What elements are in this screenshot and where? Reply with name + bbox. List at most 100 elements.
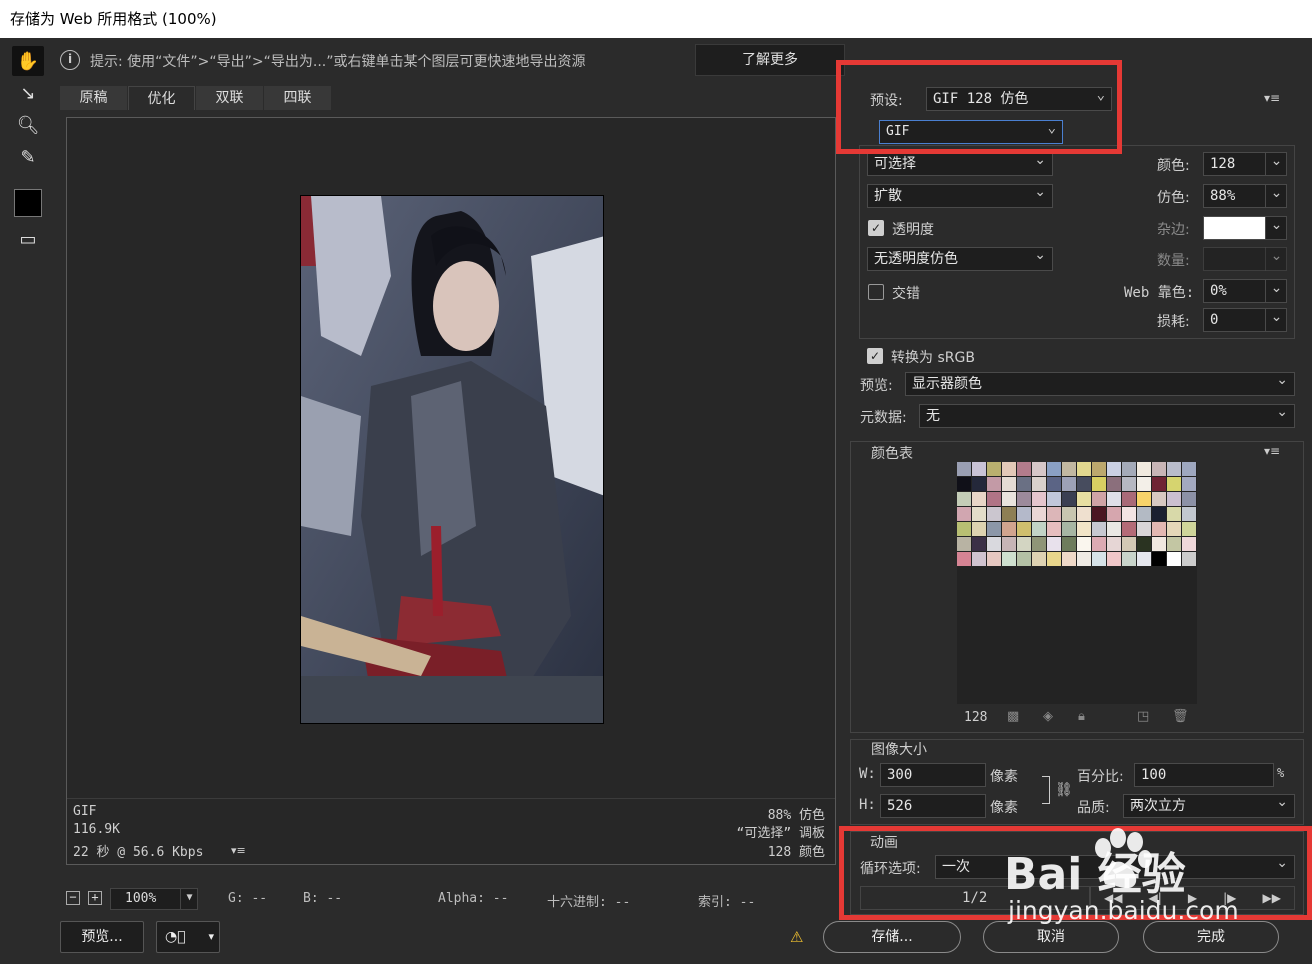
color-swatch[interactable] [1182, 552, 1197, 567]
color-swatch[interactable] [1107, 552, 1122, 567]
color-swatch[interactable] [972, 537, 987, 552]
color-swatch[interactable] [1002, 492, 1017, 507]
color-swatch[interactable] [1032, 507, 1047, 522]
color-swatch[interactable] [1137, 537, 1152, 552]
chevron-down-icon[interactable]: ⌄ [1265, 152, 1287, 176]
color-swatch[interactable] [1077, 462, 1092, 477]
color-swatch[interactable] [1047, 477, 1062, 492]
color-swatch[interactable] [1092, 462, 1107, 477]
color-swatch[interactable] [972, 552, 987, 567]
color-swatch[interactable] [1092, 552, 1107, 567]
color-swatch[interactable] [1122, 477, 1137, 492]
hand-tool-icon[interactable]: ✋ [12, 46, 44, 76]
color-swatch[interactable] [1017, 522, 1032, 537]
color-swatch[interactable] [1092, 492, 1107, 507]
color-swatch[interactable] [1077, 552, 1092, 567]
chevron-down-icon[interactable]: ⌄ [1265, 308, 1287, 332]
color-swatch[interactable] [1182, 492, 1197, 507]
color-swatch[interactable] [1047, 492, 1062, 507]
color-swatch[interactable] [1032, 537, 1047, 552]
color-swatch[interactable] [1182, 537, 1197, 552]
trash-icon[interactable]: 🗑︎ [1172, 709, 1189, 724]
color-swatch[interactable] [1107, 492, 1122, 507]
color-swatch[interactable] [1167, 462, 1182, 477]
color-swatch[interactable] [1017, 477, 1032, 492]
color-swatch[interactable] [972, 492, 987, 507]
color-swatch[interactable] [987, 507, 1002, 522]
download-speed-menu-icon[interactable]: ▾≡ [231, 844, 246, 857]
color-swatch[interactable] [972, 507, 987, 522]
save-button[interactable]: 存储... [823, 921, 961, 953]
color-swatch[interactable] [1032, 477, 1047, 492]
color-swatch[interactable] [1077, 477, 1092, 492]
color-swatch[interactable] [1047, 507, 1062, 522]
color-swatch[interactable] [1107, 522, 1122, 537]
color-swatch[interactable] [1032, 552, 1047, 567]
convert-srgb-checkbox[interactable]: ✓ [867, 348, 883, 364]
color-swatch[interactable] [1077, 507, 1092, 522]
preview-select[interactable]: 显示器颜色 [905, 369, 1295, 396]
color-swatch[interactable] [1182, 522, 1197, 537]
color-swatch[interactable] [957, 492, 972, 507]
quality-select[interactable]: 两次立方 [1123, 791, 1295, 818]
tab-4-up[interactable]: 四联 [264, 86, 331, 110]
metadata-select[interactable]: 无 [919, 401, 1295, 428]
color-swatch[interactable] [957, 552, 972, 567]
color-swatch[interactable] [1062, 537, 1077, 552]
transparency-checkbox[interactable]: ✓ [868, 220, 884, 236]
color-swatch[interactable] [1122, 522, 1137, 537]
chevron-down-icon[interactable]: ⌄ [1265, 279, 1287, 303]
color-swatch[interactable] [1137, 492, 1152, 507]
chevron-down-icon[interactable]: ⌄ [1265, 184, 1287, 208]
lock-icon[interactable]: 🔒︎ [1078, 709, 1085, 724]
color-swatch[interactable] [1077, 537, 1092, 552]
color-swatch[interactable] [987, 552, 1002, 567]
color-swatch[interactable] [1152, 507, 1167, 522]
color-swatch[interactable] [1122, 462, 1137, 477]
color-swatch[interactable] [1092, 507, 1107, 522]
color-swatch[interactable] [987, 492, 1002, 507]
color-swatch[interactable] [957, 537, 972, 552]
color-swatch[interactable] [1077, 522, 1092, 537]
interlaced-checkbox[interactable] [868, 284, 884, 300]
color-table-menu-icon[interactable]: ▾≡ [1264, 444, 1280, 458]
color-swatch[interactable] [1017, 507, 1032, 522]
color-swatch[interactable] [1062, 462, 1077, 477]
color-swatch[interactable] [972, 462, 987, 477]
color-swatch[interactable] [1002, 552, 1017, 567]
done-button[interactable]: 完成 [1143, 921, 1279, 953]
color-swatch[interactable] [1002, 507, 1017, 522]
color-swatch[interactable] [957, 507, 972, 522]
color-swatch[interactable] [1032, 462, 1047, 477]
zoom-out-button[interactable]: − [66, 891, 80, 905]
preview-image[interactable] [300, 195, 604, 724]
color-swatch[interactable] [1092, 537, 1107, 552]
color-swatch[interactable] [1167, 477, 1182, 492]
color-swatch[interactable] [1107, 537, 1122, 552]
color-swatch[interactable] [1152, 537, 1167, 552]
color-swatch[interactable] [1167, 552, 1182, 567]
color-swatch[interactable] [1107, 507, 1122, 522]
color-swatch[interactable] [1017, 492, 1032, 507]
color-swatch[interactable] [1152, 522, 1167, 537]
color-swatch[interactable] [1047, 552, 1062, 567]
color-swatch[interactable] [1032, 522, 1047, 537]
color-table[interactable] [957, 462, 1197, 704]
color-swatch[interactable] [1107, 462, 1122, 477]
width-input[interactable]: 300 [880, 763, 986, 787]
slice-select-tool-icon[interactable]: ↘ [12, 78, 44, 108]
color-swatch[interactable] [972, 477, 987, 492]
color-swatch[interactable] [1002, 522, 1017, 537]
chevron-down-icon[interactable]: ▼ [180, 888, 198, 910]
color-swatch[interactable] [1092, 477, 1107, 492]
color-swatch[interactable] [1017, 462, 1032, 477]
color-swatch[interactable] [1047, 537, 1062, 552]
color-swatch[interactable] [1017, 552, 1032, 567]
color-swatch[interactable] [1122, 492, 1137, 507]
height-input[interactable]: 526 [880, 794, 986, 818]
color-swatch[interactable] [1152, 552, 1167, 567]
tab-original[interactable]: 原稿 [60, 86, 127, 110]
cancel-button[interactable]: 取消 [983, 921, 1119, 953]
color-swatch[interactable] [1032, 492, 1047, 507]
color-swatch[interactable] [1182, 507, 1197, 522]
